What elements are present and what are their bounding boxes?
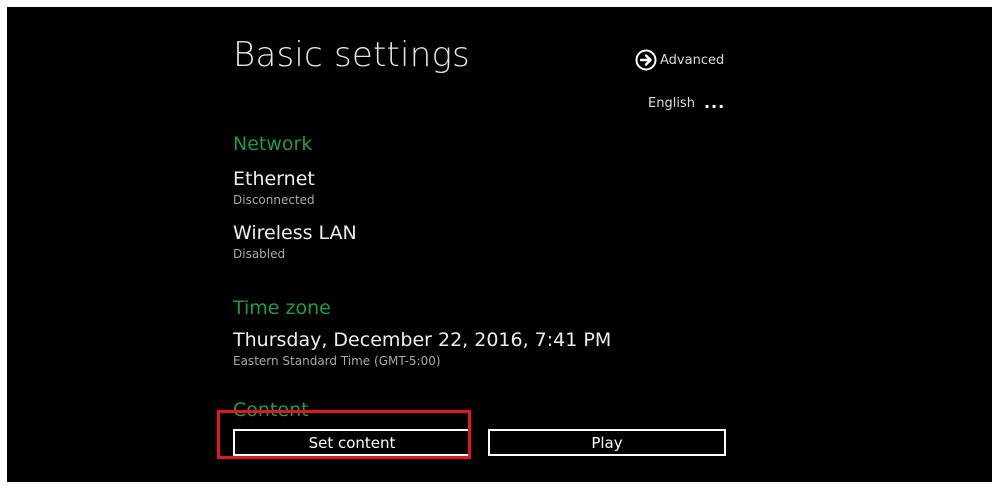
settings-screen: Basic settings Advanced English ... Netw…	[7, 7, 992, 482]
wireless-lan-setting[interactable]: Wireless LAN Disabled	[233, 221, 357, 263]
language-selector[interactable]: English ...	[648, 95, 725, 111]
advanced-link[interactable]: Advanced	[635, 49, 724, 71]
timezone-value: Eastern Standard Time (GMT-5:00)	[233, 354, 441, 368]
wireless-lan-status: Disabled	[233, 247, 286, 261]
content-heading: Content	[233, 399, 309, 421]
ethernet-label: Ethernet	[233, 168, 315, 190]
language-label: English	[648, 95, 695, 111]
play-button[interactable]: Play	[488, 429, 726, 456]
page-title: Basic settings	[233, 35, 470, 75]
network-heading: Network	[233, 133, 313, 155]
datetime-value: Thursday, December 22, 2016, 7:41 PM	[233, 329, 612, 351]
ethernet-setting[interactable]: Ethernet Disconnected	[233, 167, 315, 209]
advanced-label: Advanced	[660, 52, 725, 68]
timezone-setting[interactable]: Thursday, December 22, 2016, 7:41 PM Eas…	[233, 328, 611, 370]
arrow-right-circle-icon	[635, 49, 657, 71]
set-content-button[interactable]: Set content	[233, 429, 471, 456]
timezone-heading: Time zone	[233, 297, 331, 319]
ethernet-status: Disconnected	[233, 193, 315, 207]
wireless-lan-label: Wireless LAN	[233, 222, 357, 244]
more-options-icon: ...	[703, 93, 726, 112]
